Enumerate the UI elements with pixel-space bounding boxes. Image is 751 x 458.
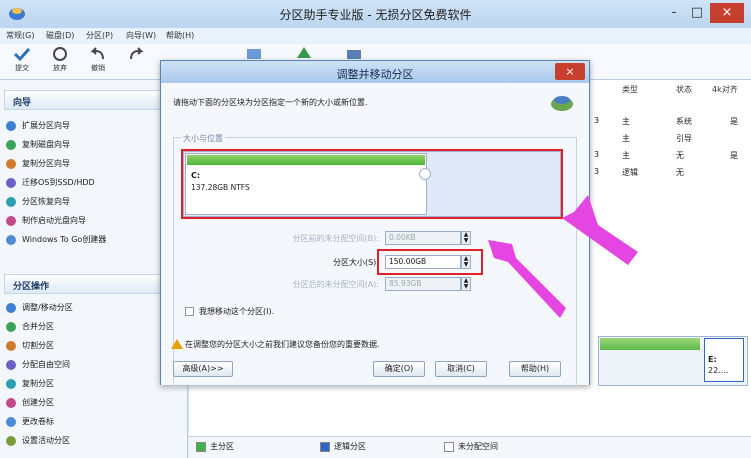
annotation-arrows (488, 195, 638, 318)
arrow-to-size (488, 240, 566, 318)
arrow-to-partition (562, 195, 638, 265)
